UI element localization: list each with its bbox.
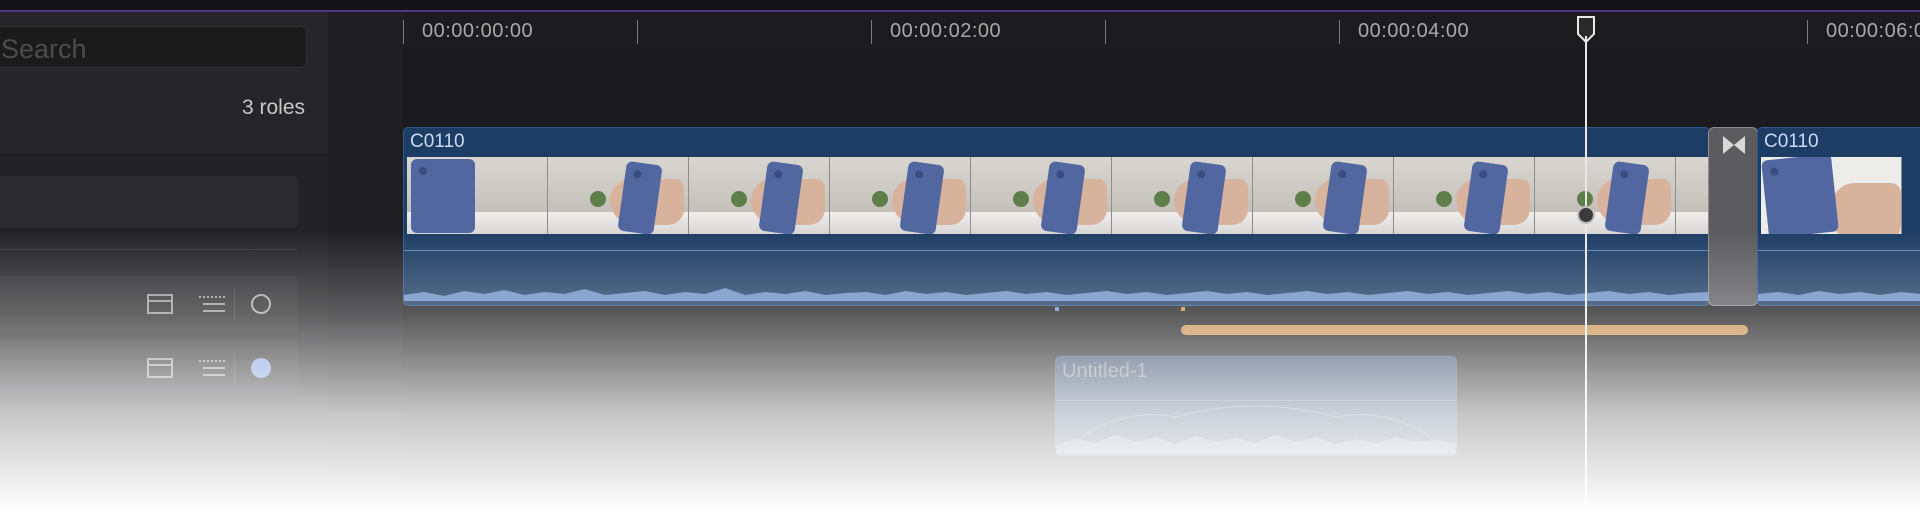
audio-waveform	[1056, 405, 1456, 455]
role-group-row[interactable]	[0, 176, 298, 228]
ruler-label: 00:00:04:00	[1358, 20, 1470, 42]
ruler-tick	[1807, 20, 1808, 44]
role-row[interactable]	[0, 340, 298, 396]
video-thumbnail	[548, 157, 689, 234]
role-row[interactable]	[0, 276, 298, 332]
cross-dissolve-icon	[1723, 136, 1745, 154]
video-clip[interactable]: C0110	[403, 127, 1710, 306]
video-thumbnail	[1535, 157, 1676, 234]
roles-sidebar: Search 3 roles	[0, 12, 328, 512]
lanes-icon[interactable]	[147, 293, 173, 315]
playhead-clip-indicator	[1577, 206, 1595, 224]
window-top-border	[0, 0, 1920, 12]
transition-cross-dissolve[interactable]	[1708, 127, 1758, 306]
video-clip[interactable]: C0110	[1757, 127, 1920, 306]
timeline-index-gutter	[328, 12, 403, 512]
video-thumbnail	[689, 157, 830, 234]
ruler-tick	[1105, 20, 1106, 44]
ruler-tick	[1339, 20, 1340, 44]
video-thumbnail	[407, 157, 548, 234]
roles-count: 3 roles	[241, 96, 305, 119]
audio-waveform	[404, 288, 1709, 301]
audio-waveform	[1758, 291, 1920, 301]
video-thumbnail	[1253, 157, 1394, 234]
filmstrip	[407, 157, 1709, 234]
marker[interactable]	[1055, 307, 1059, 311]
roles-header: Search 3 roles	[0, 12, 328, 155]
audio-clip[interactable]: Untitled-1	[1055, 356, 1457, 456]
video-thumbnail	[1761, 157, 1902, 234]
lanes-icon[interactable]	[147, 357, 173, 379]
separator	[234, 352, 235, 384]
video-thumbnail	[1394, 157, 1535, 234]
ruler-label: 00:00:02:00	[890, 20, 1002, 42]
video-thumbnail	[971, 157, 1112, 234]
ruler-label: 00:00:06:00	[1826, 20, 1920, 42]
ruler-tick	[403, 20, 404, 44]
subroles-icon[interactable]	[199, 357, 225, 379]
ruler-tick	[637, 20, 638, 44]
range-selection[interactable]	[1181, 325, 1748, 335]
search-placeholder: Search	[1, 34, 87, 64]
timeline-ruler[interactable]: 00:00:00:00 00:00:02:00 00:00:04:00 00:0…	[403, 12, 1920, 50]
search-field[interactable]: Search	[0, 26, 307, 68]
audio-divider	[404, 250, 1709, 251]
playhead[interactable]	[1585, 36, 1587, 512]
marker[interactable]	[1181, 307, 1185, 311]
ruler-tick	[871, 20, 872, 44]
audio-clip-name: Untitled-1	[1062, 360, 1148, 382]
filmstrip	[1761, 157, 1902, 234]
audio-divider	[1758, 250, 1920, 251]
divider	[0, 249, 298, 250]
clip-name: C0110	[1764, 131, 1819, 152]
subroles-icon[interactable]	[199, 293, 225, 315]
clip-name: C0110	[410, 131, 465, 152]
separator	[234, 288, 235, 320]
video-thumbnail	[1676, 157, 1709, 234]
video-thumbnail	[830, 157, 971, 234]
video-thumbnail	[1112, 157, 1253, 234]
role-off-indicator-icon[interactable]	[251, 294, 271, 314]
role-on-indicator-icon[interactable]	[251, 358, 271, 378]
ruler-label: 00:00:00:00	[422, 20, 534, 42]
